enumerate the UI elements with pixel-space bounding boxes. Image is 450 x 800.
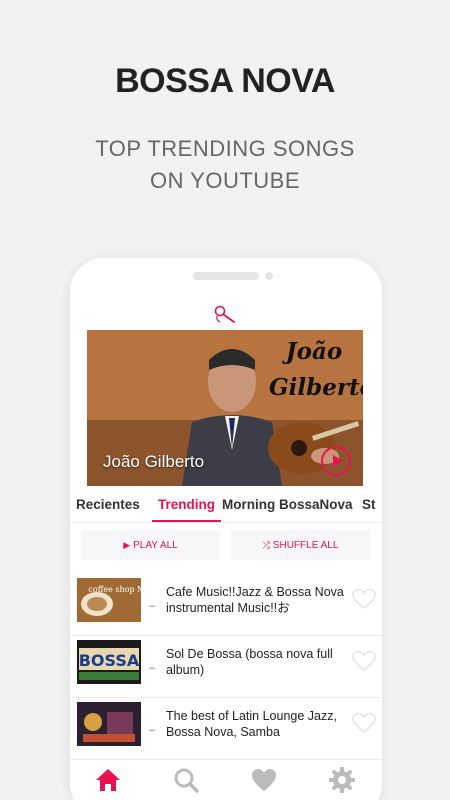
song-title: The best of Latin Lounge Jazz, Bossa Nov…: [166, 709, 337, 739]
tab-recientes[interactable]: Recientes: [76, 494, 140, 522]
thumb-text: BOSSA: [79, 651, 140, 670]
song-title: Sol De Bossa (bossa nova full album): [166, 647, 333, 677]
promo-subline: TOP TRENDING SONGS ON YOUTUBE: [0, 133, 450, 197]
list-item[interactable]: BOSSA – Sol De Bossa (bossa nova full al…: [70, 636, 382, 698]
dash-separator: –: [149, 662, 156, 674]
song-thumbnail: [77, 702, 141, 746]
microphone-icon: [214, 305, 235, 323]
thumb-text: coffee shop Music: [88, 585, 141, 594]
shuffle-all-label: SHUFFLE ALL: [272, 540, 339, 551]
play-all-label: PLAY ALL: [133, 540, 178, 551]
home-icon[interactable]: [94, 766, 122, 794]
song-title: Cafe Music!!Jazz & Bossa Nova instrument…: [166, 585, 344, 615]
dash-separator: –: [149, 600, 156, 612]
hero-art-line-1: João: [285, 338, 343, 365]
tab-morning-bossanova[interactable]: Morning BossaNova: [222, 494, 353, 522]
hero-art-title: João Gilberto: [269, 334, 363, 406]
bottom-nav: [70, 756, 382, 800]
dash-separator: –: [149, 724, 156, 736]
play-icon: ▶: [123, 540, 131, 550]
featured-video[interactable]: João Gilberto João Gilberto: [87, 330, 363, 486]
promo-subline-1: TOP TRENDING SONGS: [95, 136, 355, 161]
gear-icon[interactable]: [328, 766, 356, 794]
tabs-divider: [70, 522, 382, 523]
heart-icon[interactable]: [250, 766, 278, 794]
heart-icon[interactable]: [352, 650, 376, 672]
heart-icon[interactable]: [352, 712, 376, 734]
heart-icon[interactable]: [352, 588, 376, 610]
phone-speaker: [193, 272, 259, 280]
shuffle-icon: ⤮: [262, 540, 270, 550]
phone-camera: [265, 272, 273, 280]
hero-caption: João Gilberto: [103, 452, 205, 471]
tab-next-partial[interactable]: St: [362, 494, 376, 522]
promo-subline-2: ON YOUTUBE: [149, 168, 301, 193]
phone-frame: João Gilberto João Gilberto Recientes Tr…: [70, 258, 382, 800]
song-thumbnail: BOSSA: [77, 640, 141, 684]
list-item[interactable]: coffee shop Music – Cafe Music!!Jazz & B…: [70, 574, 382, 636]
promo-headline: BOSSA NOVA: [115, 62, 335, 100]
song-thumbnail: coffee shop Music: [77, 578, 141, 622]
tab-trending[interactable]: Trending: [152, 494, 221, 522]
play-icon[interactable]: [321, 446, 351, 476]
song-list: coffee shop Music – Cafe Music!!Jazz & B…: [70, 574, 382, 760]
hero-art-line-2: Gilberto: [269, 374, 363, 401]
list-item[interactable]: – The best of Latin Lounge Jazz, Bossa N…: [70, 698, 382, 760]
category-tabs: Recientes Trending Morning BossaNova St: [70, 494, 382, 522]
play-all-button[interactable]: ▶ PLAY ALL: [81, 530, 220, 560]
search-icon[interactable]: [172, 766, 200, 794]
shuffle-all-button[interactable]: ⤮ SHUFFLE ALL: [231, 530, 370, 560]
